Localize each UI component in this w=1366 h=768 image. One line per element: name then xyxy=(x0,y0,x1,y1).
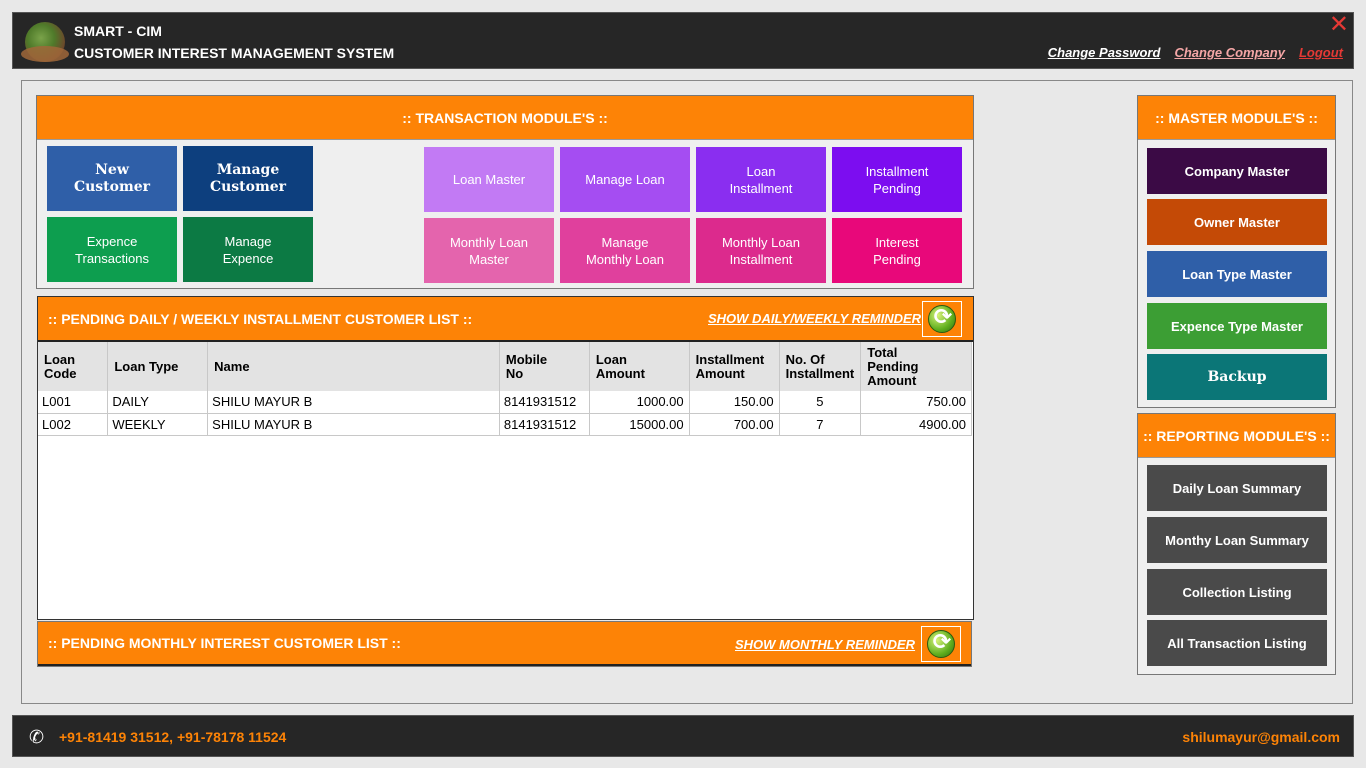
change-company-link[interactable]: Change Company xyxy=(1174,45,1285,60)
new-customer-button[interactable]: New Customer xyxy=(47,146,177,211)
pending-daily-table: Loan Code Loan Type Name Mobile No Loan … xyxy=(38,342,972,436)
master-module-title: :: MASTER MODULE'S :: xyxy=(1138,96,1335,140)
daily-loan-summary-button[interactable]: Daily Loan Summary xyxy=(1147,465,1327,511)
manage-loan-button[interactable]: Manage Loan xyxy=(560,147,690,212)
pending-daily-weekly-panel: :: PENDING DAILY / WEEKLY INSTALLMENT CU… xyxy=(37,296,974,620)
transaction-module-panel: :: TRANSACTION MODULE'S :: New Customer … xyxy=(36,95,974,289)
loan-installment-button[interactable]: Loan Installment xyxy=(696,147,826,212)
backup-button[interactable]: Backup xyxy=(1147,354,1327,400)
cell-name: SHILU MAYUR B xyxy=(207,413,500,436)
cell-total-pending: 4900.00 xyxy=(860,413,972,436)
phone-icon: ✆ xyxy=(29,727,45,747)
refresh-daily-button[interactable] xyxy=(922,301,962,337)
master-module-panel: :: MASTER MODULE'S :: Company Master Own… xyxy=(1137,95,1336,408)
col-loan-type: Loan Type xyxy=(107,342,209,391)
footer-phone: +91-81419 31512, +91-78178 11524 xyxy=(59,729,287,745)
cell-total-pending: 750.00 xyxy=(860,391,972,414)
monthly-loan-installment-button[interactable]: Monthly Loan Installment xyxy=(696,218,826,283)
cell-loan-amount: 1000.00 xyxy=(589,391,690,414)
cell-mobile: 8141931512 xyxy=(499,413,590,436)
header-links: Change Password Change Company Logout xyxy=(1048,45,1343,60)
footer-email: shilumayur@gmail.com xyxy=(1182,729,1340,745)
cell-loan-code: L001 xyxy=(38,391,109,414)
refresh-icon xyxy=(928,304,957,333)
reporting-module-title: :: REPORTING MODULE'S :: xyxy=(1138,414,1335,458)
col-loan-code: Loan Code xyxy=(38,342,109,391)
monthly-loan-summary-button[interactable]: Monthy Loan Summary xyxy=(1147,517,1327,563)
cell-loan-type: DAILY xyxy=(107,391,209,414)
refresh-monthly-button[interactable] xyxy=(921,626,961,662)
expence-type-master-button[interactable]: Expence Type Master xyxy=(1147,303,1327,349)
installment-pending-button[interactable]: Installment Pending xyxy=(832,147,962,212)
all-transaction-listing-button[interactable]: All Transaction Listing xyxy=(1147,620,1327,666)
expence-transactions-button[interactable]: Expence Transactions xyxy=(47,217,177,282)
cell-loan-type: WEEKLY xyxy=(107,413,209,436)
table-row[interactable]: L001 DAILY SHILU MAYUR B 8141931512 1000… xyxy=(38,391,972,414)
logo-globe-icon xyxy=(21,22,69,62)
monthly-loan-master-button[interactable]: Monthly Loan Master xyxy=(424,218,554,283)
pending-monthly-panel: :: PENDING MONTHLY INTEREST CUSTOMER LIS… xyxy=(37,621,972,667)
col-mobile-no: Mobile No xyxy=(499,342,590,391)
col-no-of-installment: No. Of Installment xyxy=(779,342,862,391)
close-icon[interactable]: ✕ xyxy=(1329,13,1349,37)
interest-pending-button[interactable]: Interest Pending xyxy=(832,218,962,283)
manage-customer-button[interactable]: Manage Customer xyxy=(183,146,313,211)
cell-loan-code: L002 xyxy=(38,413,109,436)
app-footer: ✆ +91-81419 31512, +91-78178 11524 shilu… xyxy=(12,715,1354,757)
table-header-row: Loan Code Loan Type Name Mobile No Loan … xyxy=(38,342,972,391)
col-name: Name xyxy=(207,342,500,391)
show-daily-weekly-reminder-link[interactable]: SHOW DAILY/WEEKLY REMINDER xyxy=(708,311,921,326)
manage-expence-button[interactable]: Manage Expence xyxy=(183,217,313,282)
col-total-pending-amount: Total Pending Amount xyxy=(860,342,972,391)
owner-master-button[interactable]: Owner Master xyxy=(1147,199,1327,245)
cell-mobile: 8141931512 xyxy=(499,391,590,414)
cell-installment-amount: 700.00 xyxy=(689,413,780,436)
col-loan-amount: Loan Amount xyxy=(589,342,690,391)
cell-installment-amount: 150.00 xyxy=(689,391,780,414)
col-installment-amount: Installment Amount xyxy=(689,342,780,391)
app-subtitle: CUSTOMER INTEREST MANAGEMENT SYSTEM xyxy=(74,45,395,61)
loan-master-button[interactable]: Loan Master xyxy=(424,147,554,212)
manage-monthly-loan-button[interactable]: Manage Monthly Loan xyxy=(560,218,690,283)
app-header: SMART - CIM CUSTOMER INTEREST MANAGEMENT… xyxy=(12,12,1354,69)
change-password-link[interactable]: Change Password xyxy=(1048,45,1161,60)
company-master-button[interactable]: Company Master xyxy=(1147,148,1327,194)
table-row[interactable]: L002 WEEKLY SHILU MAYUR B 8141931512 150… xyxy=(38,413,972,436)
loan-type-master-button[interactable]: Loan Type Master xyxy=(1147,251,1327,297)
logout-link[interactable]: Logout xyxy=(1299,45,1343,60)
cell-loan-amount: 15000.00 xyxy=(589,413,690,436)
show-monthly-reminder-link[interactable]: SHOW MONTHLY REMINDER xyxy=(735,637,915,652)
refresh-icon xyxy=(927,629,956,658)
cell-no-of-installment: 7 xyxy=(779,413,862,436)
reporting-module-panel: :: REPORTING MODULE'S :: Daily Loan Summ… xyxy=(1137,413,1336,675)
transaction-module-title: :: TRANSACTION MODULE'S :: xyxy=(37,96,973,140)
cell-no-of-installment: 5 xyxy=(779,391,862,414)
cell-name: SHILU MAYUR B xyxy=(207,391,500,414)
app-title: SMART - CIM xyxy=(74,23,162,39)
collection-listing-button[interactable]: Collection Listing xyxy=(1147,569,1327,615)
